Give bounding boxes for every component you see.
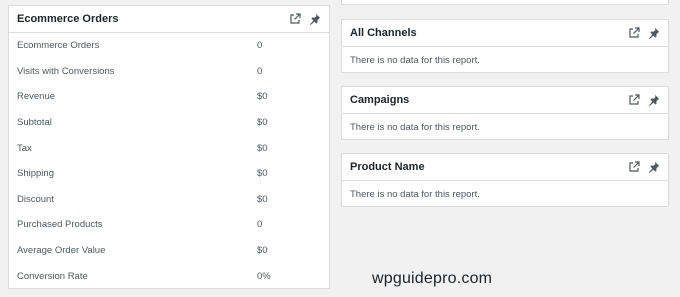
metric-value: $0 xyxy=(257,168,268,180)
product-name-widget: Product Name There is no data for this r… xyxy=(341,153,669,207)
metric-row: Discount $0 xyxy=(9,187,329,213)
metric-row: Visits with Conversions 0 xyxy=(9,59,329,85)
all-channels-widget: All Channels There is no data for this r… xyxy=(341,19,669,73)
metric-label: Subtotal xyxy=(17,117,52,129)
previous-widget xyxy=(341,0,669,5)
widget-actions xyxy=(289,13,321,25)
metric-label: Revenue xyxy=(17,91,56,103)
metric-label: Discount xyxy=(17,193,54,205)
widget-title: Product Name xyxy=(350,161,425,173)
pin-icon[interactable] xyxy=(648,161,660,173)
widget-header: Product Name xyxy=(342,154,668,181)
metric-row: Average Order Value $0 xyxy=(9,238,329,264)
metric-value: $0 xyxy=(257,193,268,205)
external-link-icon[interactable] xyxy=(628,161,640,173)
metric-value: 0 xyxy=(257,219,263,231)
widget-title: Ecommerce Orders xyxy=(17,13,119,25)
widget-header: All Channels xyxy=(342,20,668,47)
widget-header: Campaigns xyxy=(342,87,668,114)
metric-row: Ecommerce Orders 0 xyxy=(9,33,329,59)
metric-row: Revenue $0 xyxy=(9,84,329,110)
metric-label: Average Order Value xyxy=(17,245,106,257)
metric-label: Tax xyxy=(17,142,32,154)
metric-label: Ecommerce Orders xyxy=(17,40,100,52)
watermark-text: wpguidepro.com xyxy=(372,270,493,287)
metric-label: Conversion Rate xyxy=(17,270,88,282)
metrics-list: Ecommerce Orders 0 Visits with Conversion… xyxy=(9,33,329,289)
widget-actions xyxy=(628,27,660,39)
campaigns-widget: Campaigns There is no data for this repo… xyxy=(341,86,669,140)
metric-row: Shipping $0 xyxy=(9,161,329,187)
no-data-message: There is no data for this report. xyxy=(350,55,480,66)
metric-value: 0% xyxy=(257,270,271,282)
widget-title: All Channels xyxy=(350,27,417,39)
metric-row: Tax $0 xyxy=(9,135,329,161)
pin-icon[interactable] xyxy=(648,94,660,106)
metric-row: Conversion Rate 0% xyxy=(9,263,329,289)
pin-icon[interactable] xyxy=(309,13,321,25)
metric-value: $0 xyxy=(257,245,268,257)
external-link-icon[interactable] xyxy=(628,94,640,106)
widget-title: Campaigns xyxy=(350,94,410,106)
metric-label: Purchased Products xyxy=(17,219,103,231)
metric-row: Purchased Products 0 xyxy=(9,212,329,238)
metric-value: $0 xyxy=(257,117,268,129)
widget-header: Ecommerce Orders xyxy=(9,6,329,33)
no-data-message: There is no data for this report. xyxy=(350,189,480,200)
widget-actions xyxy=(628,161,660,173)
metric-value: $0 xyxy=(257,142,268,154)
ecommerce-orders-widget: Ecommerce Orders Ecommerce Orders 0 Visit… xyxy=(8,5,330,289)
widget-actions xyxy=(628,94,660,106)
metric-value: $0 xyxy=(257,91,268,103)
metric-label: Visits with Conversions xyxy=(17,65,115,77)
metric-value: 0 xyxy=(257,65,263,77)
no-data-message: There is no data for this report. xyxy=(350,122,480,133)
external-link-icon[interactable] xyxy=(628,27,640,39)
external-link-icon[interactable] xyxy=(289,13,301,25)
metric-value: 0 xyxy=(257,40,263,52)
metric-row: Subtotal $0 xyxy=(9,110,329,136)
pin-icon[interactable] xyxy=(648,27,660,39)
metric-label: Shipping xyxy=(17,168,54,180)
